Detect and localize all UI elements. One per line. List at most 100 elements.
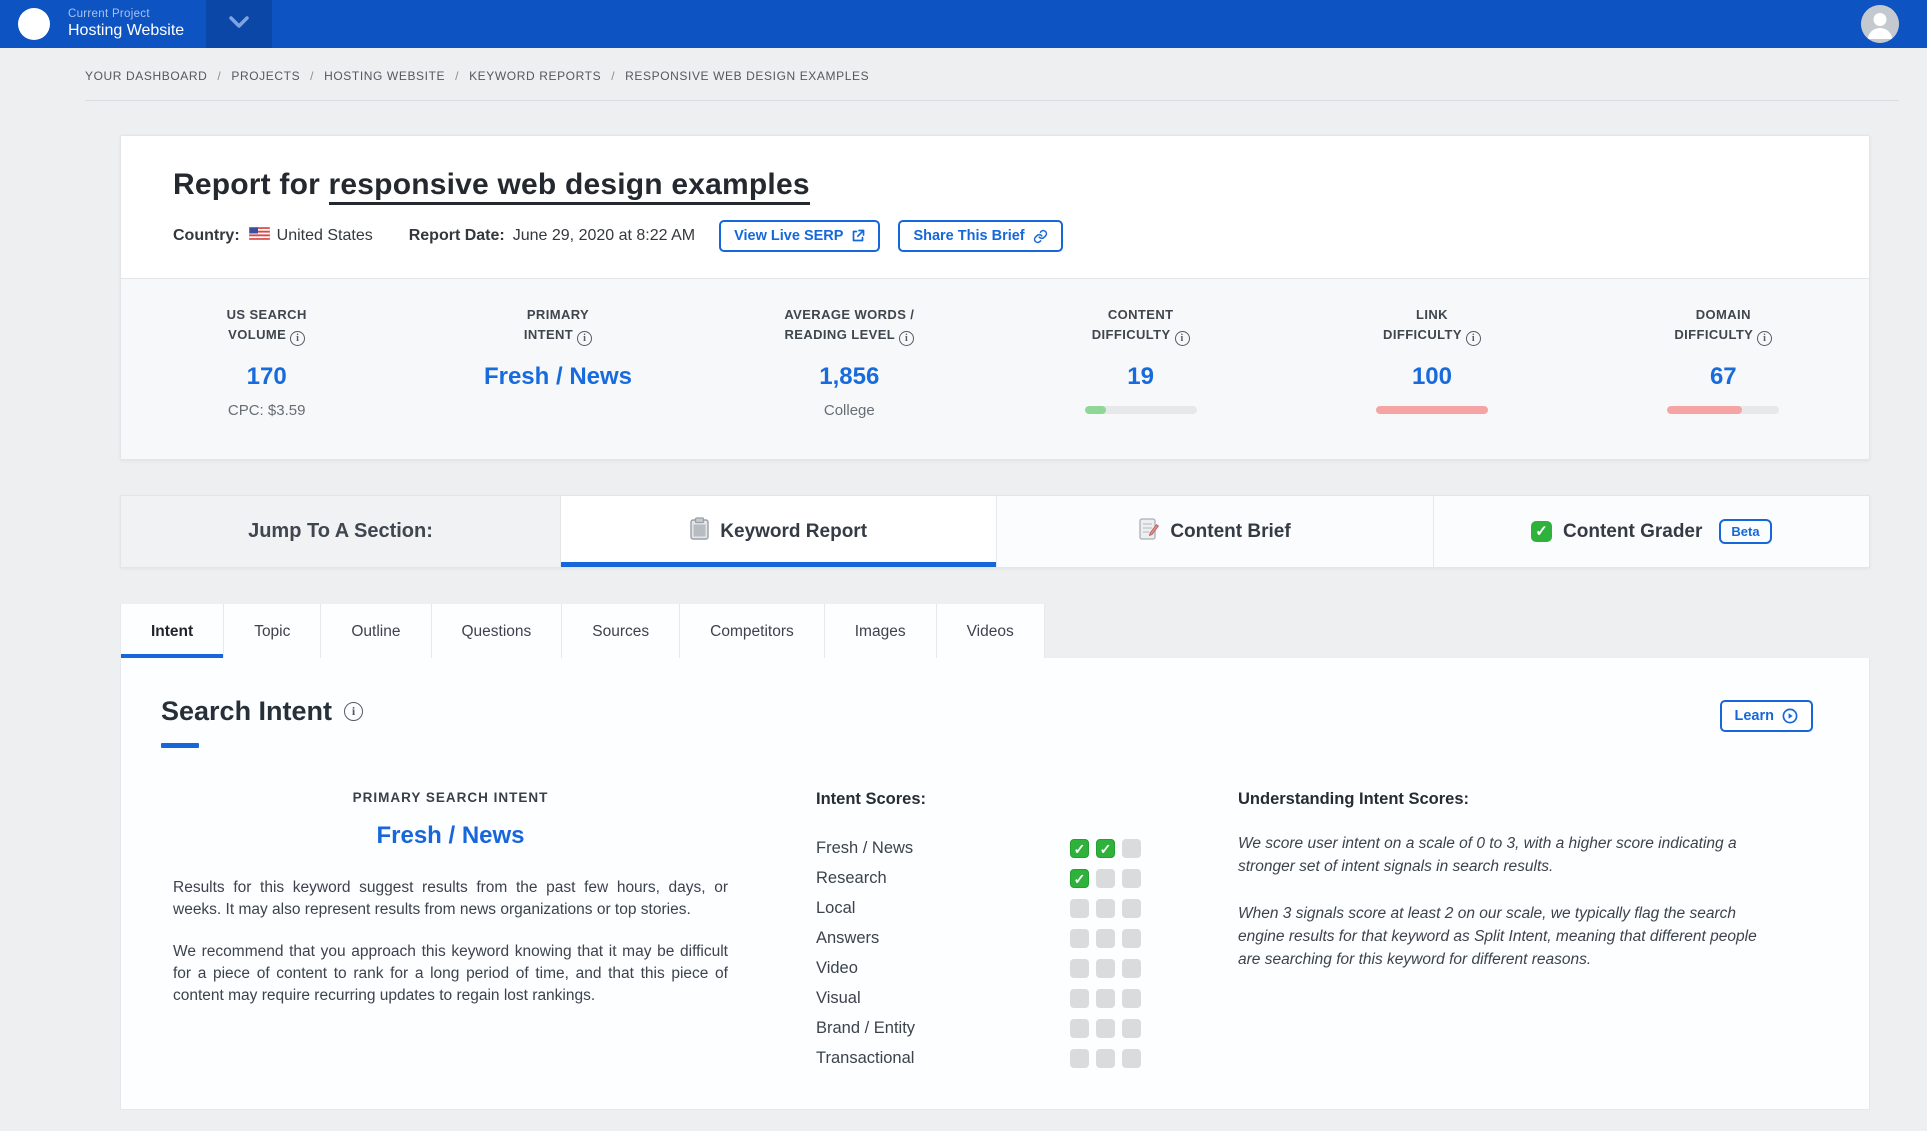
metric-primary-intent: PRIMARYINTENTi Fresh / News [412, 305, 703, 419]
info-icon[interactable]: i [1757, 331, 1772, 346]
report-title-prefix: Report for [173, 168, 329, 201]
report-head: Report for responsive web design example… [121, 136, 1869, 278]
section-tab-content-grader[interactable]: ✓ Content Grader Beta [1434, 496, 1869, 567]
breadcrumb-separator: / [217, 69, 221, 83]
score-row-local: Local [816, 893, 1141, 923]
score-box-checked: ✓ [1070, 869, 1089, 888]
breadcrumb-separator: / [310, 69, 314, 83]
breadcrumb-separator: / [455, 69, 459, 83]
score-box-empty [1122, 899, 1141, 918]
score-box-empty [1122, 929, 1141, 948]
section-tab-content-brief[interactable]: Content Brief [997, 496, 1433, 567]
breadcrumb-dashboard[interactable]: YOUR DASHBOARD [85, 69, 207, 83]
metric-value-average-words: 1,856 [704, 363, 995, 391]
metric-link-difficulty: LINKDIFFICULTYi 100 [1286, 305, 1577, 419]
score-box-checked: ✓ [1070, 839, 1089, 858]
breadcrumb-projects[interactable]: PROJECTS [231, 69, 300, 83]
current-project-label: Current Project [68, 7, 184, 21]
learn-button[interactable]: Learn [1720, 700, 1814, 732]
beta-badge: Beta [1719, 519, 1771, 544]
score-row-transactional: Transactional [816, 1043, 1141, 1073]
tab-topic[interactable]: Topic [224, 603, 321, 658]
score-boxes [1070, 899, 1141, 918]
report-date-label: Report Date: [409, 227, 505, 245]
breadcrumb-separator: / [611, 69, 615, 83]
info-icon[interactable]: i [290, 331, 305, 346]
metric-domain-difficulty: DOMAINDIFFICULTYi 67 [1578, 305, 1869, 419]
metrics-strip: US SEARCHVOLUMEi 170 CPC: $3.59 PRIMARYI… [121, 278, 1869, 459]
info-icon[interactable]: i [899, 331, 914, 346]
tab-videos[interactable]: Videos [937, 603, 1045, 658]
info-icon[interactable]: i [1175, 331, 1190, 346]
metric-content-difficulty: CONTENTDIFFICULTYi 19 [995, 305, 1286, 419]
tab-outline[interactable]: Outline [321, 603, 431, 658]
score-box-empty [1122, 869, 1141, 888]
heading-accent-bar [161, 743, 199, 748]
understanding-paragraph-1: We score user intent on a scale of 0 to … [1238, 832, 1778, 879]
link-difficulty-bar [1376, 406, 1488, 414]
score-box-empty [1122, 989, 1141, 1008]
share-this-brief-button[interactable]: Share This Brief [898, 220, 1062, 252]
view-live-serp-button[interactable]: View Live SERP [719, 220, 880, 252]
primary-intent-column: PRIMARY SEARCH INTENT Fresh / News Resul… [173, 790, 728, 1073]
current-project-block[interactable]: Current Project Hosting Website [68, 7, 184, 41]
score-row-fresh-news: Fresh / News✓✓ [816, 833, 1141, 863]
intent-score-list: Fresh / News✓✓ Research✓ Local Answers V… [816, 833, 1141, 1073]
project-switcher-button[interactable] [206, 0, 272, 48]
domain-difficulty-bar [1667, 406, 1779, 414]
score-row-brand-entity: Brand / Entity [816, 1013, 1141, 1043]
report-header-card: Report for responsive web design example… [120, 135, 1870, 460]
section-nav: Jump To A Section: Keyword Report Conten… [120, 495, 1870, 568]
score-boxes [1070, 1049, 1141, 1068]
info-icon[interactable]: i [577, 331, 592, 346]
score-boxes [1070, 1019, 1141, 1038]
us-flag-icon [249, 227, 270, 245]
score-box-empty [1070, 1019, 1089, 1038]
breadcrumb-current-page: RESPONSIVE WEB DESIGN EXAMPLES [625, 69, 869, 83]
score-box-empty [1070, 959, 1089, 978]
memo-pencil-icon [1139, 518, 1159, 546]
share-this-brief-label: Share This Brief [913, 228, 1024, 244]
section-tab-keyword-report[interactable]: Keyword Report [561, 496, 997, 567]
score-box-empty [1122, 1049, 1141, 1068]
country-label: Country: [173, 227, 240, 245]
metric-value-search-volume: 170 [121, 363, 412, 391]
section-tab-label: Content Brief [1170, 521, 1290, 543]
info-icon[interactable]: i [344, 702, 363, 721]
user-avatar[interactable] [1861, 5, 1899, 43]
score-box-empty [1096, 929, 1115, 948]
current-project-name: Hosting Website [68, 21, 184, 41]
score-boxes [1070, 989, 1141, 1008]
section-tab-label: Content Grader [1563, 521, 1702, 543]
tab-competitors[interactable]: Competitors [680, 603, 825, 658]
metric-value-content-difficulty: 19 [995, 363, 1286, 391]
green-check-icon: ✓ [1531, 521, 1552, 542]
tab-questions[interactable]: Questions [432, 603, 563, 658]
score-box-empty [1096, 959, 1115, 978]
tab-intent[interactable]: Intent [120, 603, 224, 658]
metric-value-primary-intent[interactable]: Fresh / News [412, 363, 703, 391]
app-logo[interactable] [18, 8, 50, 40]
tab-images[interactable]: Images [825, 603, 937, 658]
understanding-title: Understanding Intent Scores: [1238, 790, 1778, 809]
tab-sources[interactable]: Sources [562, 603, 680, 658]
report-tabs: Intent Topic Outline Questions Sources C… [120, 603, 1045, 658]
understanding-column: Understanding Intent Scores: We score us… [1238, 790, 1778, 1073]
score-box-empty [1096, 869, 1115, 888]
score-boxes: ✓ [1070, 869, 1141, 888]
page-title: Report for responsive web design example… [173, 168, 1869, 202]
score-box-checked: ✓ [1096, 839, 1115, 858]
score-box-empty [1122, 839, 1141, 858]
breadcrumb-hosting-website[interactable]: HOSTING WEBSITE [324, 69, 445, 83]
intent-recommendation-paragraph: We recommend that you approach this keyw… [173, 941, 728, 1008]
primary-search-intent-label: PRIMARY SEARCH INTENT [173, 790, 728, 805]
search-intent-section: Search Intent i Learn PRIMARY SEARCH INT… [120, 658, 1870, 1110]
content-difficulty-bar [1085, 406, 1197, 414]
jump-to-section-label: Jump To A Section: [121, 496, 561, 567]
section-tab-label: Keyword Report [720, 521, 867, 543]
score-boxes [1070, 929, 1141, 948]
breadcrumb-keyword-reports[interactable]: KEYWORD REPORTS [469, 69, 601, 83]
info-icon[interactable]: i [1466, 331, 1481, 346]
score-box-empty [1070, 929, 1089, 948]
score-box-empty [1096, 1019, 1115, 1038]
